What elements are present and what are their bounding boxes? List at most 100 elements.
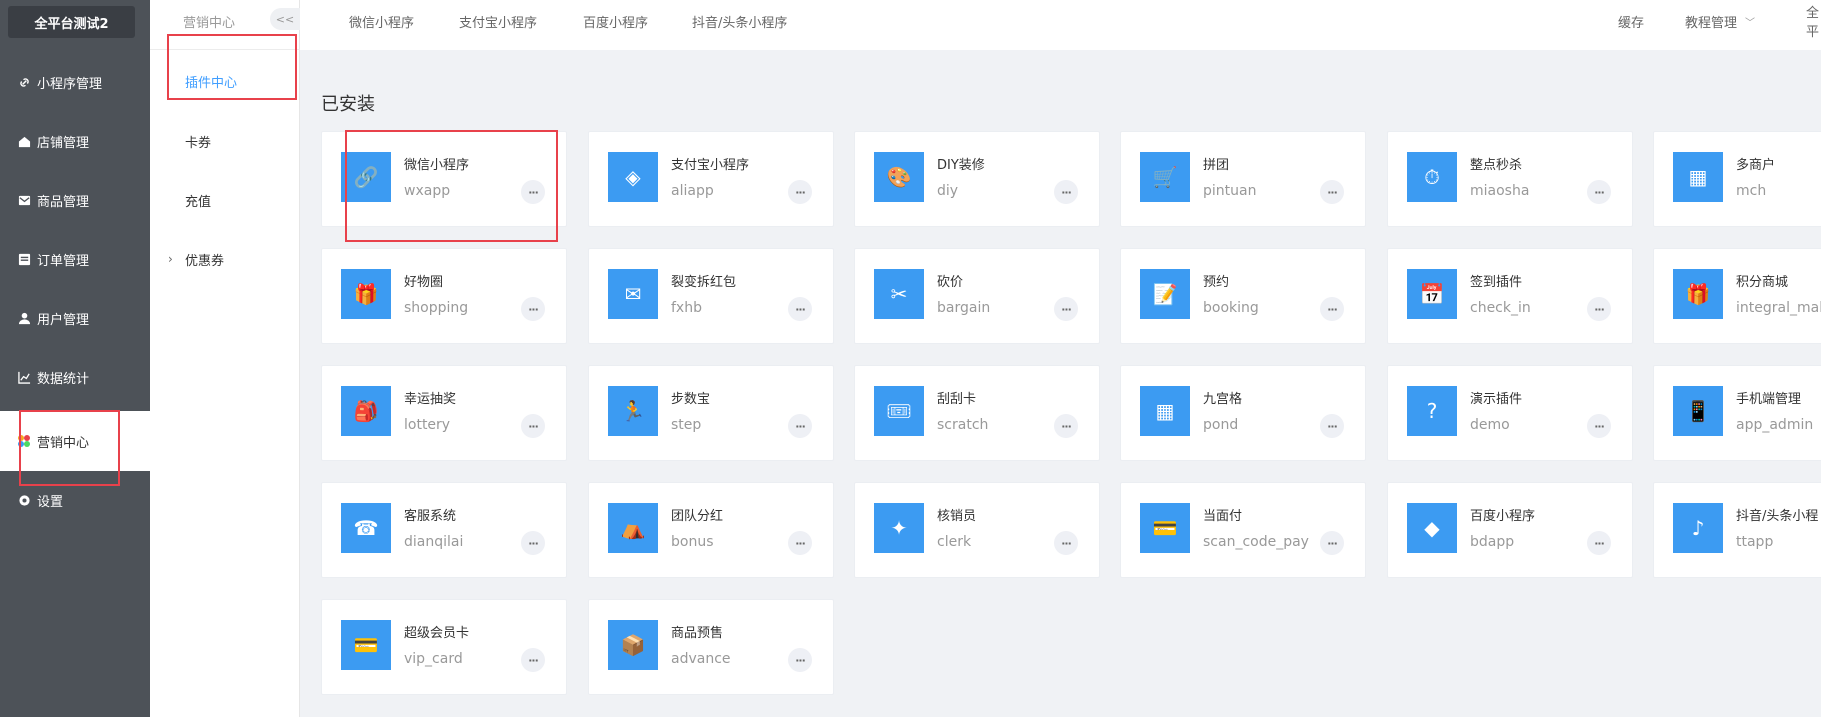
plugin-code: miaosha (1470, 183, 1530, 199)
plugin-card-clerk[interactable]: ✦ 核销员 clerk ··· (854, 482, 1100, 578)
plugin-code: lottery (404, 417, 451, 433)
plugin-card-demo[interactable]: ? 演示插件 demo ··· (1387, 365, 1633, 461)
plugin-icon: ⛺ (608, 503, 658, 553)
more-button[interactable]: ··· (1054, 414, 1078, 438)
more-button[interactable]: ··· (1054, 180, 1078, 204)
plugin-card-aliapp[interactable]: ◈ 支付宝小程序 aliapp ··· (588, 131, 834, 227)
plugin-card-scratch[interactable]: 🎟 刮刮卡 scratch ··· (854, 365, 1100, 461)
plugin-card-pond[interactable]: ▦ 九宫格 pond ··· (1120, 365, 1366, 461)
plugin-card-bdapp[interactable]: ◆ 百度小程序 bdapp ··· (1387, 482, 1633, 578)
more-button[interactable]: ··· (788, 297, 812, 321)
sidebar-item-label: 设置 (37, 494, 64, 510)
more-button[interactable]: ··· (788, 531, 812, 555)
plugin-card-mch[interactable]: ▦多商户mch··· (1653, 131, 1821, 227)
more-button[interactable]: ··· (788, 180, 812, 204)
plugin-code: shopping (404, 300, 469, 316)
chevron-right-icon: › (168, 252, 173, 266)
sidebar-item-miniprogram[interactable]: 小程序管理 (0, 52, 150, 112)
plugin-name: 九宫格 (1203, 392, 1243, 407)
submenu-item-recharge[interactable]: 充值 (150, 185, 300, 215)
plugin-name: 团队分红 (671, 509, 724, 524)
plugin-card-vip-card[interactable]: 💳 超级会员卡 vip_card ··· (321, 599, 567, 695)
more-button[interactable]: ··· (521, 531, 545, 555)
more-button[interactable]: ··· (1054, 297, 1078, 321)
plugin-card-diy[interactable]: 🎨 DIY装修 diy ··· (854, 131, 1100, 227)
submenu-item-coupons[interactable]: › 优惠券 (150, 244, 300, 274)
plugin-code: pintuan (1203, 183, 1257, 199)
more-button[interactable]: ··· (521, 180, 545, 204)
submenu-item-coupon-card[interactable]: 卡券 (150, 126, 300, 156)
plugin-name: 好物圈 (404, 275, 444, 290)
more-button[interactable]: ··· (1320, 180, 1344, 204)
more-button[interactable]: ··· (1320, 297, 1344, 321)
plugin-card-scan-code-pay[interactable]: 💳 当面付 scan_code_pay ··· (1120, 482, 1366, 578)
plugin-card-dianqilai[interactable]: ☎ 客服系统 dianqilai ··· (321, 482, 567, 578)
tab-baidu[interactable]: 百度小程序 (583, 0, 648, 42)
plugin-card-integral-mall[interactable]: 🎁积分商城integral_mall··· (1653, 248, 1821, 344)
plugin-card-wxapp[interactable]: 🔗 微信小程序 wxapp ··· (321, 131, 567, 227)
plugin-icon: 📱 (1673, 386, 1723, 436)
sidebar-item-store[interactable]: 店铺管理 (0, 111, 150, 171)
more-button[interactable]: ··· (788, 648, 812, 672)
collapse-button[interactable]: << (270, 8, 300, 30)
sidebar-item-settings[interactable]: 设置 (0, 470, 150, 530)
more-button[interactable]: ··· (521, 414, 545, 438)
plugin-code: check_in (1470, 300, 1531, 316)
plugin-card-shopping[interactable]: 🎁 好物圈 shopping ··· (321, 248, 567, 344)
more-button[interactable]: ··· (1587, 414, 1611, 438)
sidebar-item-users[interactable]: 用户管理 (0, 288, 150, 348)
sidebar-item-orders[interactable]: 订单管理 (0, 229, 150, 289)
plugin-icon: 🛒 (1140, 152, 1190, 202)
plugin-icon: 💳 (1140, 503, 1190, 553)
plugin-code: demo (1470, 417, 1510, 433)
plugin-card-check-in[interactable]: 📅 签到插件 check_in ··· (1387, 248, 1633, 344)
tab-douyin[interactable]: 抖音/头条小程序 (692, 0, 787, 42)
more-button[interactable]: ··· (1054, 531, 1078, 555)
plugin-icon: ✉ (608, 269, 658, 319)
more-button[interactable]: ··· (1320, 414, 1344, 438)
plugin-code: ttapp (1736, 534, 1774, 550)
sidebar-item-statistics[interactable]: 数据统计 (0, 347, 150, 407)
more-button[interactable]: ··· (1320, 531, 1344, 555)
tab-alipay[interactable]: 支付宝小程序 (459, 0, 537, 42)
plugin-card-advance[interactable]: 📦 商品预售 advance ··· (588, 599, 834, 695)
more-button[interactable]: ··· (521, 648, 545, 672)
tab-wechat[interactable]: 微信小程序 (349, 0, 414, 42)
plugin-code: bargain (937, 300, 991, 316)
platform-menu[interactable]: 全平 (1806, 0, 1821, 42)
more-button[interactable]: ··· (788, 414, 812, 438)
tutorial-menu[interactable]: 教程管理 ﹀ (1685, 0, 1755, 42)
plugin-card-bargain[interactable]: ✂ 砍价 bargain ··· (854, 248, 1100, 344)
more-button[interactable]: ··· (521, 297, 545, 321)
sidebar-item-marketing[interactable]: 营销中心 (0, 411, 150, 471)
plugin-card-miaosha[interactable]: ⏱ 整点秒杀 miaosha ··· (1387, 131, 1633, 227)
plugin-card-booking[interactable]: 📝 预约 booking ··· (1120, 248, 1366, 344)
gear-icon (17, 493, 31, 507)
plugin-code: mch (1736, 183, 1767, 199)
more-button[interactable]: ··· (1587, 297, 1611, 321)
plugin-card-lottery[interactable]: 🎒 幸运抽奖 lottery ··· (321, 365, 567, 461)
plugin-card-bonus[interactable]: ⛺ 团队分红 bonus ··· (588, 482, 834, 578)
plugin-name: 预约 (1203, 275, 1230, 290)
plugin-name: 当面付 (1203, 509, 1243, 524)
plugin-icon: 🎁 (341, 269, 391, 319)
plugin-icon: 🔗 (341, 152, 391, 202)
plugin-card-ttapp[interactable]: ♪抖音/头条小程ttapp··· (1653, 482, 1821, 578)
brand-name[interactable]: 全平台测试2 (8, 6, 135, 38)
sidebar-item-goods[interactable]: 商品管理 (0, 170, 150, 230)
plugin-card-pintuan[interactable]: 🛒 拼团 pintuan ··· (1120, 131, 1366, 227)
more-button[interactable]: ··· (1587, 531, 1611, 555)
sidebar-item-label: 小程序管理 (37, 76, 103, 92)
plugin-name: DIY装修 (937, 158, 985, 173)
plugin-name: 刮刮卡 (937, 392, 977, 407)
plugin-code: bdapp (1470, 534, 1515, 550)
cache-link[interactable]: 缓存 (1618, 0, 1644, 42)
tutorial-label: 教程管理 (1685, 15, 1738, 31)
home-icon (17, 134, 31, 148)
submenu-item-plugin-center[interactable]: 插件中心 (150, 66, 300, 96)
plugin-card-app-admin[interactable]: 📱手机端管理app_admin··· (1653, 365, 1821, 461)
more-button[interactable]: ··· (1587, 180, 1611, 204)
plugin-card-step[interactable]: 🏃 步数宝 step ··· (588, 365, 834, 461)
plugin-card-fxhb[interactable]: ✉ 裂变拆红包 fxhb ··· (588, 248, 834, 344)
plugin-icon: ✦ (874, 503, 924, 553)
